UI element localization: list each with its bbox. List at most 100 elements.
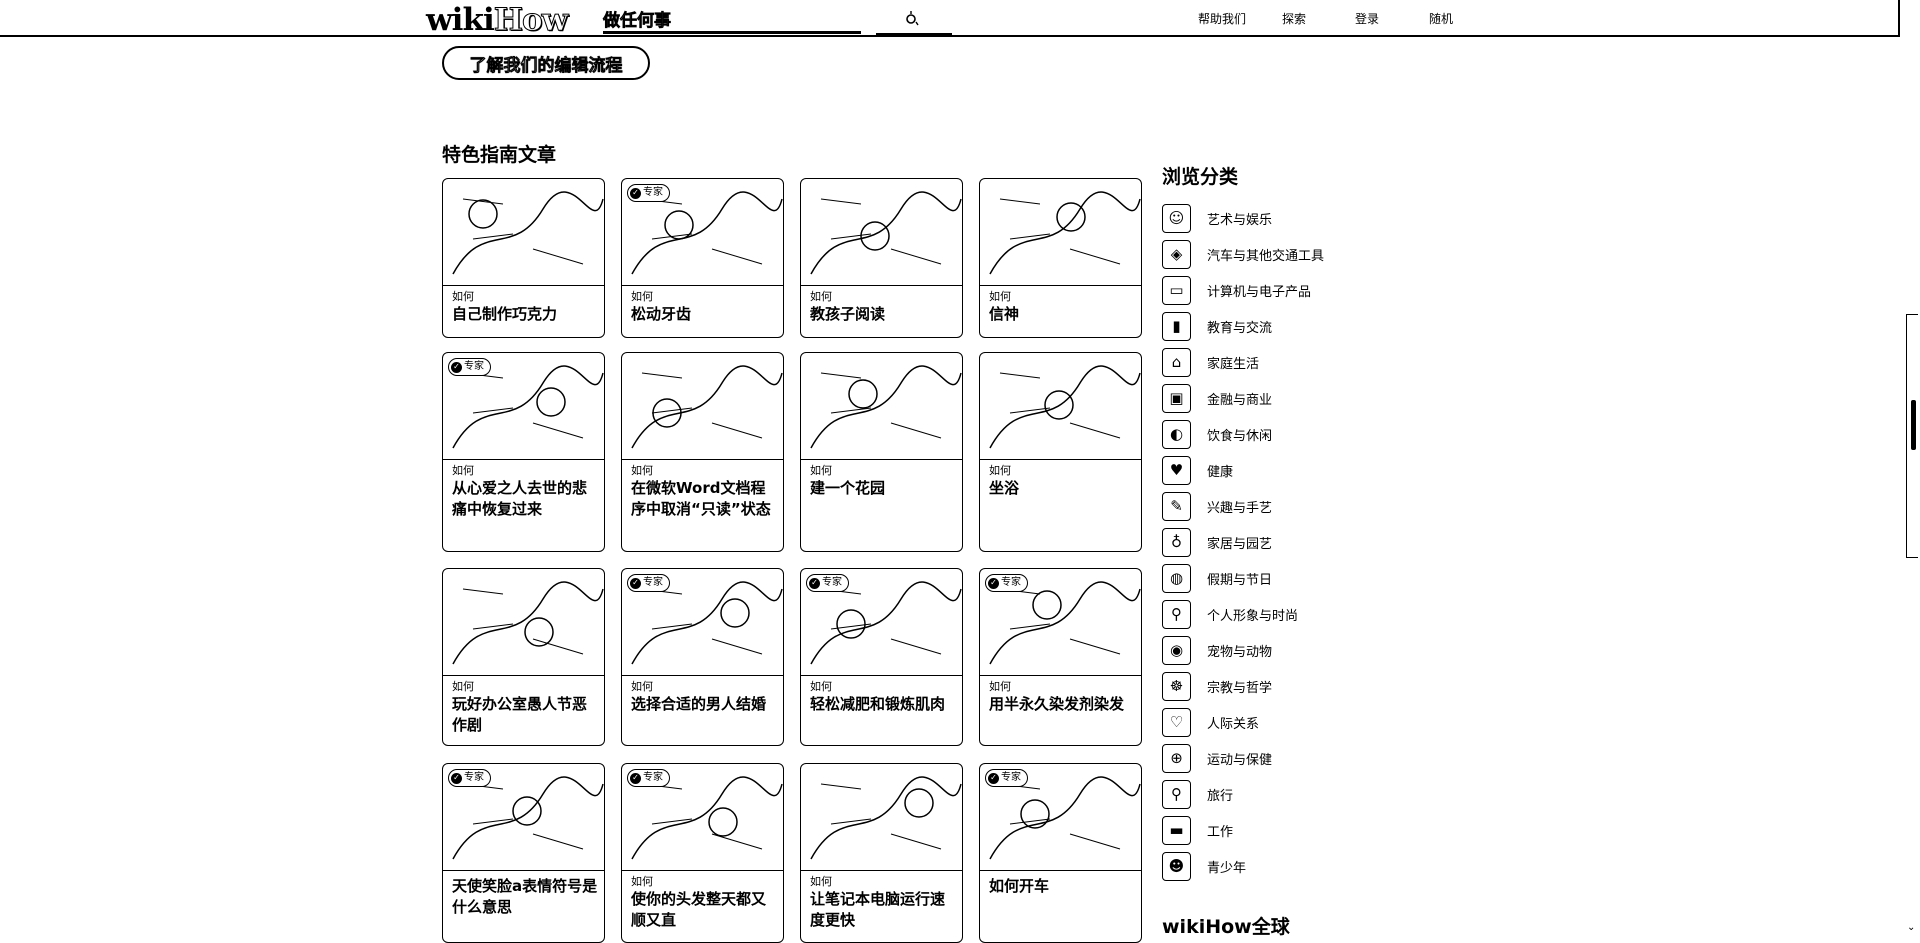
category-label: 假期与节日 xyxy=(1207,572,1273,588)
category-label: 宗教与哲学 xyxy=(1207,680,1273,696)
featured-articles-title: 特色指南文章 xyxy=(442,144,557,166)
article-card[interactable]: 如何 坐浴 xyxy=(979,352,1142,552)
article-thumbnail[interactable] xyxy=(801,764,962,871)
article-card[interactable]: 如何 让笔记本电脑运行速度更快 xyxy=(800,763,963,943)
article-card[interactable]: ✓ 专家 如何 从心爱之人去世的悲痛中恢复过来 xyxy=(442,352,605,552)
article-card[interactable]: 如何 自己制作巧克力 xyxy=(442,178,605,338)
fish-icon: ◉ xyxy=(1162,635,1191,665)
how-to-label: 如何 xyxy=(631,464,653,477)
article-title[interactable]: 松动牙齿 xyxy=(631,304,777,325)
category-label: 健康 xyxy=(1207,464,1234,480)
article-card[interactable]: ✓ 专家 如何 轻松减肥和锻炼肌肉 xyxy=(800,568,963,746)
category-item[interactable]: ♁ 家居与园艺 xyxy=(1162,527,1272,557)
editorial-process-button[interactable]: 了解我们的编辑流程 xyxy=(442,46,650,80)
category-item[interactable]: ⌂ 家庭生活 xyxy=(1162,347,1259,377)
nav-login[interactable]: 登录 xyxy=(1355,11,1379,27)
category-item[interactable]: ◉ 宠物与动物 xyxy=(1162,635,1272,665)
article-thumbnail[interactable] xyxy=(980,179,1141,286)
article-title[interactable]: 自己制作巧克力 xyxy=(452,304,598,325)
article-card[interactable]: 如何 教孩子阅读 xyxy=(800,178,963,338)
category-item[interactable]: ▬ 工作 xyxy=(1162,815,1233,845)
nav-help-us[interactable]: 帮助我们 xyxy=(1198,11,1246,27)
article-title[interactable]: 轻松减肥和锻炼肌肉 xyxy=(810,694,956,715)
category-item[interactable]: ☺ 艺术与娱乐 xyxy=(1162,203,1272,233)
monitor-icon: ▭ xyxy=(1162,275,1191,305)
nav-explore[interactable]: 探索 xyxy=(1282,11,1306,27)
article-thumbnail[interactable] xyxy=(801,179,962,286)
category-label: 个人形象与时尚 xyxy=(1207,608,1299,624)
article-card[interactable]: ✓ 专家 如何 选择合适的男人结婚 xyxy=(621,568,784,746)
article-card[interactable]: ✓ 专家 如何 松动牙齿 xyxy=(621,178,784,338)
article-card[interactable]: ✓ 专家 如何 使你的头发整天都又顺又直 xyxy=(621,763,784,943)
scrollbar-thumb[interactable] xyxy=(1911,400,1916,450)
expert-badge: ✓ 专家 xyxy=(448,769,491,787)
article-title[interactable]: 从心爱之人去世的悲痛中恢复过来 xyxy=(452,478,598,520)
article-title[interactable]: 玩好办公室愚人节恶作剧 xyxy=(452,694,598,736)
article-title[interactable]: 建一个花园 xyxy=(810,478,956,499)
article-card[interactable]: ✓ 专家 如何 用半永久染发剂染发 xyxy=(979,568,1142,746)
article-card[interactable]: 如何 在微软Word文档程序中取消“只读”状态 xyxy=(621,352,784,552)
search-button[interactable] xyxy=(899,8,923,30)
chart-icon: ▣ xyxy=(1162,383,1191,413)
article-thumbnail[interactable] xyxy=(622,353,783,460)
article-card[interactable]: 如何 玩好办公室愚人节恶作剧 xyxy=(442,568,605,746)
article-card[interactable]: ✓ 专家 如何开车 xyxy=(979,763,1142,943)
category-item[interactable]: ☻ 青少年 xyxy=(1162,851,1246,881)
category-label: 兴趣与手艺 xyxy=(1207,500,1273,516)
article-card[interactable]: ✓ 专家天使笑脸a表情符号是什么意思 xyxy=(442,763,605,943)
category-item[interactable]: ♥ 健康 xyxy=(1162,455,1233,485)
article-title[interactable]: 信神 xyxy=(989,304,1135,325)
balloon-icon: ◍ xyxy=(1162,563,1191,593)
category-item[interactable]: ⚲ 个人形象与时尚 xyxy=(1162,599,1298,629)
wikihow-logo[interactable]: wikiHow xyxy=(426,2,569,39)
how-to-label: 如何 xyxy=(810,464,832,477)
article-title[interactable]: 在微软Word文档程序中取消“只读”状态 xyxy=(631,478,777,520)
expert-badge-label: 专家 xyxy=(643,577,663,588)
article-title[interactable]: 选择合适的男人结婚 xyxy=(631,694,777,715)
category-item[interactable]: ▮ 教育与交流 xyxy=(1162,311,1272,341)
article-thumbnail[interactable] xyxy=(443,179,604,286)
article-card[interactable]: 如何 建一个花园 xyxy=(800,352,963,552)
category-item[interactable]: ⚲ 旅行 xyxy=(1162,779,1233,809)
article-title[interactable]: 教孩子阅读 xyxy=(810,304,956,325)
mirror-icon: ⚲ xyxy=(1162,599,1191,629)
category-item[interactable]: ◐ 饮食与休闲 xyxy=(1162,419,1272,449)
utensils-icon: ◐ xyxy=(1162,419,1191,449)
how-to-label: 如何 xyxy=(631,875,653,888)
how-to-label: 如何 xyxy=(631,290,653,303)
category-item[interactable]: ◈ 汽车与其他交通工具 xyxy=(1162,239,1324,269)
expert-badge-label: 专家 xyxy=(1001,772,1021,783)
article-title[interactable]: 天使笑脸a表情符号是什么意思 xyxy=(452,876,598,918)
ball-icon: ⊕ xyxy=(1162,743,1191,773)
article-thumbnail[interactable] xyxy=(980,353,1141,460)
search-icon xyxy=(906,11,919,26)
category-item[interactable]: ◍ 假期与节日 xyxy=(1162,563,1272,593)
checkmark-icon: ✓ xyxy=(630,577,641,589)
how-to-label: 如何 xyxy=(810,680,832,693)
watering-can-icon: ♁ xyxy=(1162,527,1191,557)
category-item[interactable]: ▭ 计算机与电子产品 xyxy=(1162,275,1311,305)
category-item[interactable]: ☸ 宗教与哲学 xyxy=(1162,671,1272,701)
category-item[interactable]: ▣ 金融与商业 xyxy=(1162,383,1272,413)
category-item[interactable]: ⊕ 运动与保健 xyxy=(1162,743,1272,773)
article-thumbnail[interactable] xyxy=(443,569,604,676)
article-thumbnail[interactable] xyxy=(801,353,962,460)
search-divider xyxy=(876,33,952,35)
how-to-label: 如何 xyxy=(989,290,1011,303)
how-to-label: 如何 xyxy=(989,680,1011,693)
category-item[interactable]: ✎ 兴趣与手艺 xyxy=(1162,491,1272,521)
article-title[interactable]: 使你的头发整天都又顺又直 xyxy=(631,889,777,931)
article-title[interactable]: 坐浴 xyxy=(989,478,1135,499)
article-title[interactable]: 用半永久染发剂染发 xyxy=(989,694,1135,715)
scroll-down-arrow[interactable]: ⌄ xyxy=(1907,922,1915,933)
article-title[interactable]: 让笔记本电脑运行速度更快 xyxy=(810,889,956,931)
article-title[interactable]: 如何开车 xyxy=(989,876,1135,897)
car-icon: ◈ xyxy=(1162,239,1191,269)
nav-random[interactable]: 随机 xyxy=(1429,11,1453,27)
checkmark-icon: ✓ xyxy=(451,772,462,784)
category-label: 教育与交流 xyxy=(1207,320,1273,336)
article-card[interactable]: 如何 信神 xyxy=(979,178,1142,338)
wikihow-global-title: wikiHow全球 xyxy=(1162,916,1290,938)
search-input[interactable]: 做任何事 xyxy=(603,4,861,34)
category-item[interactable]: ♡ 人际关系 xyxy=(1162,707,1259,737)
